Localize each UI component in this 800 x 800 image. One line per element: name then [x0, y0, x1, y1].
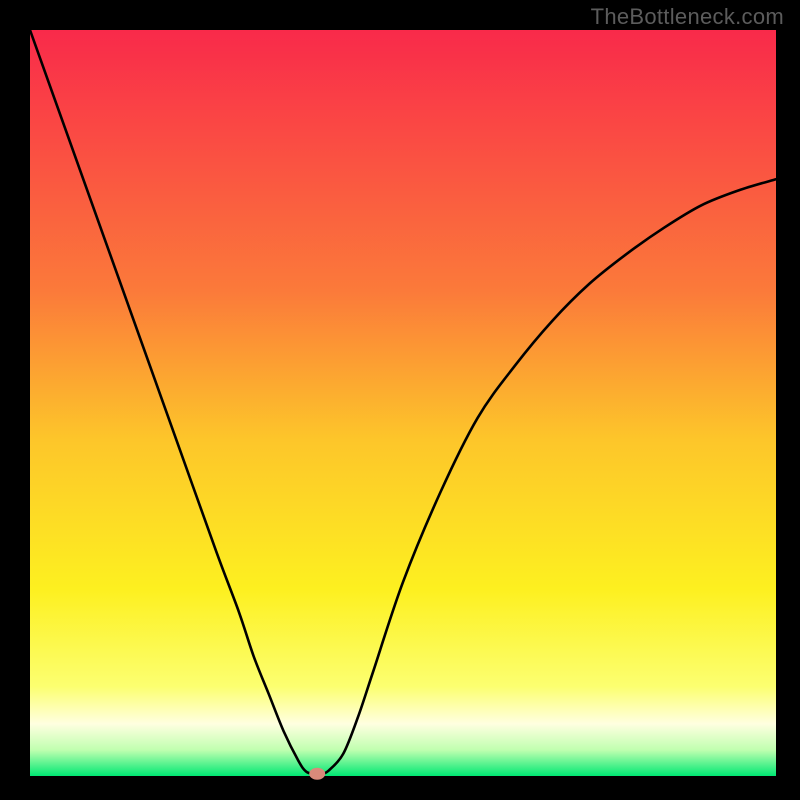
plot-background — [30, 30, 776, 776]
watermark-text: TheBottleneck.com — [591, 4, 784, 30]
chart-frame: TheBottleneck.com — [0, 0, 800, 800]
minimum-marker — [309, 768, 325, 780]
bottleneck-chart — [0, 0, 800, 800]
